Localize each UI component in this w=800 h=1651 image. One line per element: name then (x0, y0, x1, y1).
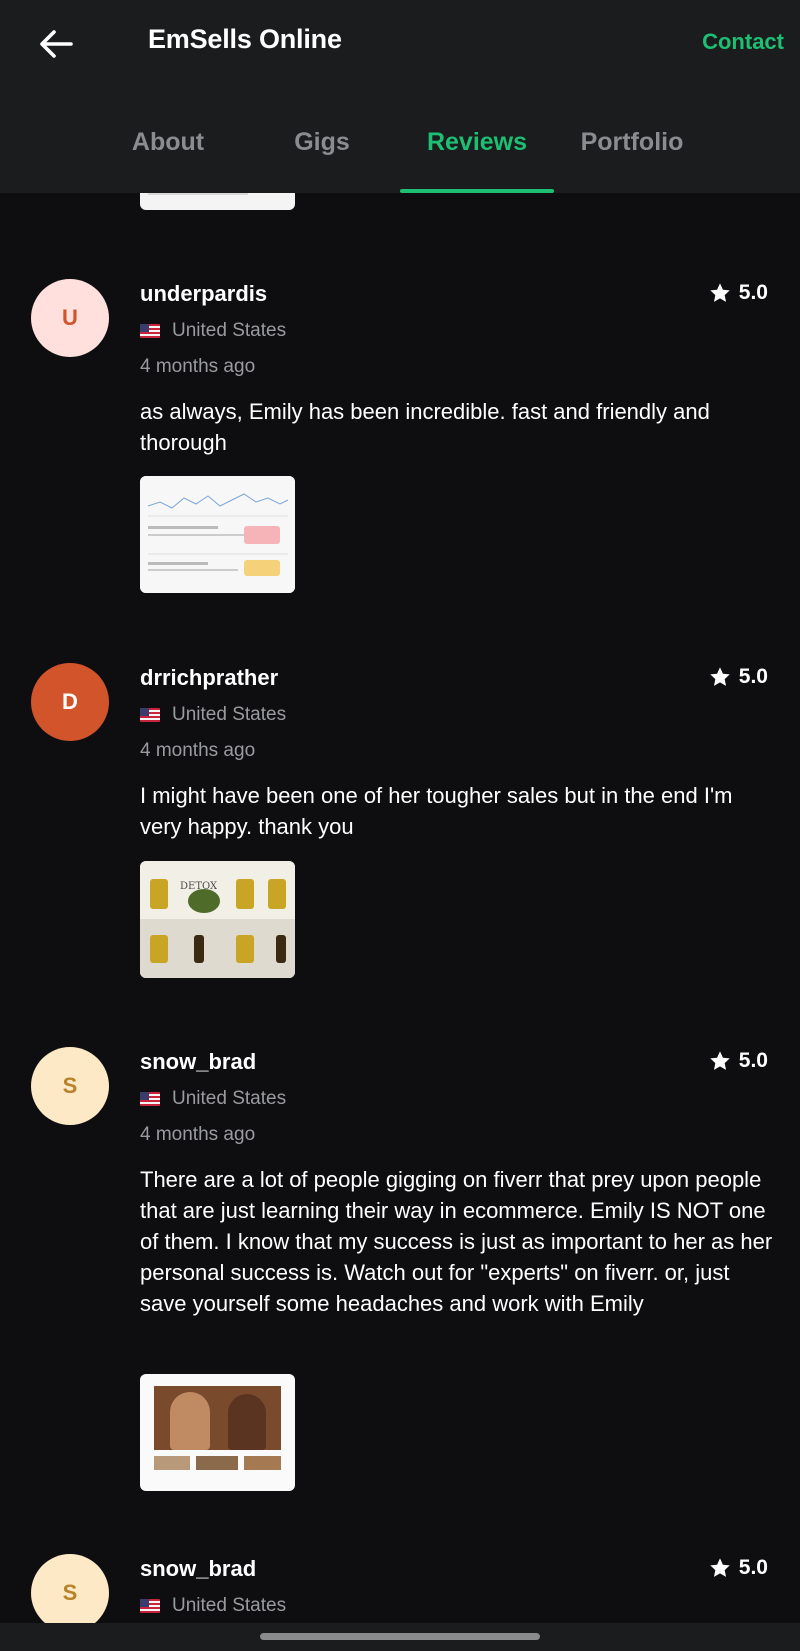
reviews-list[interactable]: U underpardis 5.0 United States 4 months… (0, 193, 800, 1623)
back-button[interactable] (36, 24, 76, 64)
rating-value: 5.0 (738, 1049, 768, 1072)
star-icon (710, 1051, 730, 1070)
arrow-left-icon (40, 30, 73, 58)
avatar[interactable]: S (31, 1554, 109, 1623)
rating: 5.0 (709, 665, 768, 689)
country-name: United States (172, 320, 287, 341)
review-time: 4 months ago (140, 1124, 256, 1145)
reviewer-country: United States (140, 704, 286, 726)
avatar[interactable]: D (31, 663, 109, 741)
rating: 5.0 (709, 1049, 768, 1073)
us-flag-icon (140, 1092, 160, 1106)
review-text: I might have been one of her tougher sal… (140, 783, 733, 839)
rating-value: 5.0 (738, 1556, 768, 1579)
analytics-screenshot-image (140, 476, 295, 593)
rating-value: 5.0 (738, 665, 768, 688)
reviewer-country: United States (140, 320, 286, 342)
country-name: United States (172, 1595, 287, 1616)
reviewer-country: United States (140, 1595, 286, 1617)
reviewer-country: United States (140, 1088, 286, 1110)
us-flag-icon (140, 1599, 160, 1613)
tab-bar: About Gigs Reviews Portfolio (0, 120, 800, 193)
reviewer-name[interactable]: snow_brad (140, 1556, 256, 1582)
rating-value: 5.0 (738, 281, 768, 304)
reviewer-name[interactable]: drrichprather (140, 665, 278, 691)
reviewer-name[interactable]: underpardis (140, 281, 267, 307)
review-time: 4 months ago (140, 740, 256, 761)
review-attachment-thumbnail[interactable] (140, 476, 295, 593)
review-attachment-thumbnail[interactable]: DETOX (140, 861, 295, 978)
page-title: EmSells Online (148, 24, 342, 54)
tab-gigs[interactable]: Gigs (245, 128, 399, 193)
top-app-bar: EmSells Online Contact About Gigs Review… (0, 0, 800, 193)
reviewer-name[interactable]: snow_brad (140, 1049, 256, 1075)
star-icon (710, 667, 730, 686)
rating: 5.0 (709, 281, 768, 305)
review-attachment-thumbnail[interactable] (140, 1374, 295, 1491)
us-flag-icon (140, 708, 160, 722)
home-indicator[interactable] (260, 1633, 540, 1640)
detox-label: DETOX (180, 881, 218, 892)
rating: 5.0 (709, 1556, 768, 1580)
review-attachment-thumbnail[interactable] (140, 193, 295, 210)
country-name: United States (172, 704, 287, 725)
review-time: 4 months ago (140, 356, 256, 377)
avatar[interactable]: S (31, 1047, 109, 1125)
star-icon (710, 1558, 730, 1577)
tab-reviews[interactable]: Reviews (400, 128, 554, 193)
review-text: There are a lot of people gigging on fiv… (140, 1167, 773, 1316)
us-flag-icon (140, 324, 160, 338)
star-icon (710, 283, 730, 302)
country-name: United States (172, 1088, 287, 1109)
review-text: as always, Emily has been incredible. fa… (140, 399, 710, 455)
tab-about[interactable]: About (91, 128, 245, 193)
avatar[interactable]: U (31, 279, 109, 357)
tab-portfolio[interactable]: Portfolio (555, 128, 709, 193)
contact-button[interactable]: Contact (702, 29, 784, 55)
